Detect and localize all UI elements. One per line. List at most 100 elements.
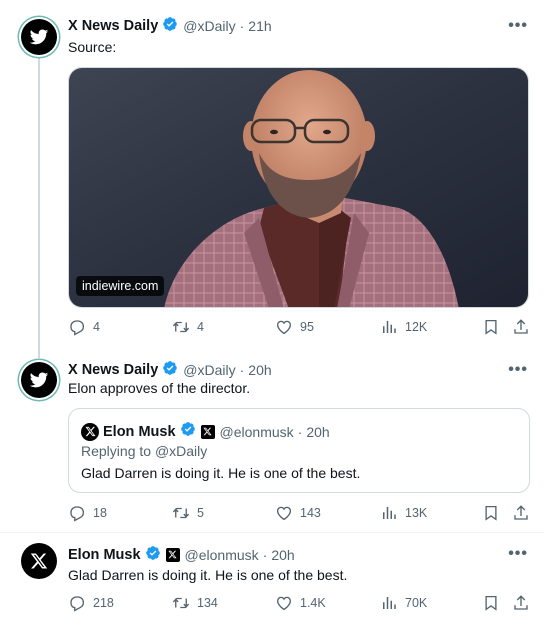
quoted-tweet[interactable]: Elon Musk @elonmusk · 20h Replying to @x… [68, 408, 530, 493]
x-logo-icon [84, 426, 96, 437]
reply-icon [70, 506, 85, 522]
like-count: 143 [300, 506, 321, 520]
x-affiliate-badge-icon [200, 424, 215, 439]
quoted-author-handle: @elonmusk [219, 423, 294, 440]
reply-button[interactable]: 18 [68, 504, 107, 522]
reply-count: 18 [93, 506, 107, 520]
quoted-avatar [81, 422, 99, 441]
timestamp[interactable]: 20h [271, 547, 294, 563]
repost-count: 5 [197, 506, 204, 520]
author-handle[interactable]: @elonmusk [185, 547, 259, 563]
photo-director [69, 68, 528, 307]
more-options-icon[interactable]: ••• [508, 17, 528, 35]
repost-button[interactable]: 5 [172, 504, 204, 522]
quoted-author-name: Elon Musk [103, 423, 176, 440]
repost-icon [172, 321, 190, 333]
like-count: 1.4K [300, 596, 326, 610]
separator: · [262, 546, 268, 563]
reply-button[interactable]: 218 [68, 594, 114, 612]
share-icon [514, 595, 528, 610]
tweet-image[interactable] [68, 67, 529, 308]
share-button[interactable] [512, 594, 530, 612]
twitter-bird-icon [29, 372, 49, 388]
reply-count: 218 [93, 596, 114, 610]
like-button[interactable]: 95 [275, 318, 314, 336]
author-name[interactable]: Elon Musk [68, 547, 141, 563]
more-options-icon[interactable]: ••• [508, 361, 528, 379]
author-handle[interactable]: @xDaily [183, 362, 235, 378]
share-button[interactable] [512, 504, 530, 522]
replying-to-line: Replying to @xDaily [81, 443, 207, 459]
quoted-timestamp: 20h [306, 423, 330, 440]
replying-to-handle[interactable]: @xDaily [155, 443, 207, 459]
repost-icon [172, 507, 190, 519]
heart-icon [276, 506, 292, 521]
bookmark-icon [485, 595, 497, 611]
verified-badge-icon [162, 16, 178, 35]
verified-badge-icon [145, 545, 161, 564]
bookmark-button[interactable] [482, 318, 500, 336]
tweet-text: Glad Darren is doing it. He is one of th… [68, 567, 348, 583]
bookmark-button[interactable] [482, 504, 500, 522]
heart-icon [276, 596, 292, 611]
action-bar: 4 4 95 12K [68, 318, 534, 340]
replying-to-label: Replying to [81, 443, 152, 459]
repost-button[interactable]: 134 [172, 594, 218, 612]
author-handle[interactable]: @xDaily [183, 18, 235, 34]
x-affiliate-badge-icon [165, 547, 180, 562]
repost-icon [172, 597, 190, 609]
bookmark-button[interactable] [482, 594, 500, 612]
bookmark-icon [485, 319, 497, 335]
avatar[interactable] [21, 362, 57, 398]
tweet-header: X News Daily @xDaily · 21h [68, 16, 272, 35]
views-button[interactable]: 13K [380, 504, 427, 522]
share-icon [514, 505, 528, 520]
separator: · [239, 361, 245, 378]
action-bar: 18 5 143 13K [68, 504, 534, 526]
timestamp[interactable]: 21h [248, 18, 271, 34]
like-button[interactable]: 1.4K [275, 594, 326, 612]
views-button[interactable]: 70K [380, 594, 427, 612]
tweet-text: Source: [68, 39, 117, 55]
author-name[interactable]: X News Daily [68, 362, 158, 378]
more-options-icon[interactable]: ••• [508, 545, 528, 563]
thread-line [38, 56, 40, 358]
quoted-tweet-header: Elon Musk @elonmusk · 20h [81, 421, 330, 442]
views-button[interactable]: 12K [380, 318, 427, 336]
avatar[interactable] [21, 543, 57, 579]
tweet-text: Elon approves of the director. [68, 380, 251, 396]
timestamp[interactable]: 20h [248, 362, 271, 378]
share-button[interactable] [512, 318, 530, 336]
views-chart-icon [383, 507, 396, 519]
x-logo-icon [30, 553, 48, 569]
tweet-1[interactable]: X News Daily @xDaily · 21h ••• Source: i… [0, 0, 544, 358]
tweet-header: X News Daily @xDaily · 20h [68, 360, 272, 379]
views-count: 13K [405, 506, 428, 520]
separator: · [239, 17, 245, 34]
separator: · [297, 423, 303, 440]
like-button[interactable]: 143 [275, 504, 321, 522]
quoted-tweet-text: Glad Darren is doing it. He is one of th… [81, 465, 361, 481]
repost-count: 4 [197, 320, 204, 334]
media-source-caption: indiewire.com [76, 276, 165, 296]
author-name[interactable]: X News Daily [68, 18, 158, 34]
reply-count: 4 [93, 320, 100, 334]
tweet-header: Elon Musk @elonmusk · 20h [68, 545, 295, 564]
heart-icon [276, 320, 292, 335]
repost-count: 134 [197, 596, 218, 610]
repost-button[interactable]: 4 [172, 318, 204, 336]
views-count: 70K [405, 596, 428, 610]
reply-icon [70, 596, 85, 612]
reply-button[interactable]: 4 [68, 318, 100, 336]
reply-icon [70, 320, 85, 336]
views-count: 12K [405, 320, 428, 334]
verified-badge-icon [162, 360, 178, 379]
share-icon [514, 319, 528, 334]
views-chart-icon [383, 597, 396, 609]
views-chart-icon [383, 321, 396, 333]
twitter-bird-icon [29, 29, 49, 45]
action-bar: 218 134 1.4K 70K [68, 594, 534, 616]
like-count: 95 [300, 320, 314, 334]
avatar[interactable] [21, 19, 57, 55]
verified-badge-icon [180, 421, 196, 442]
